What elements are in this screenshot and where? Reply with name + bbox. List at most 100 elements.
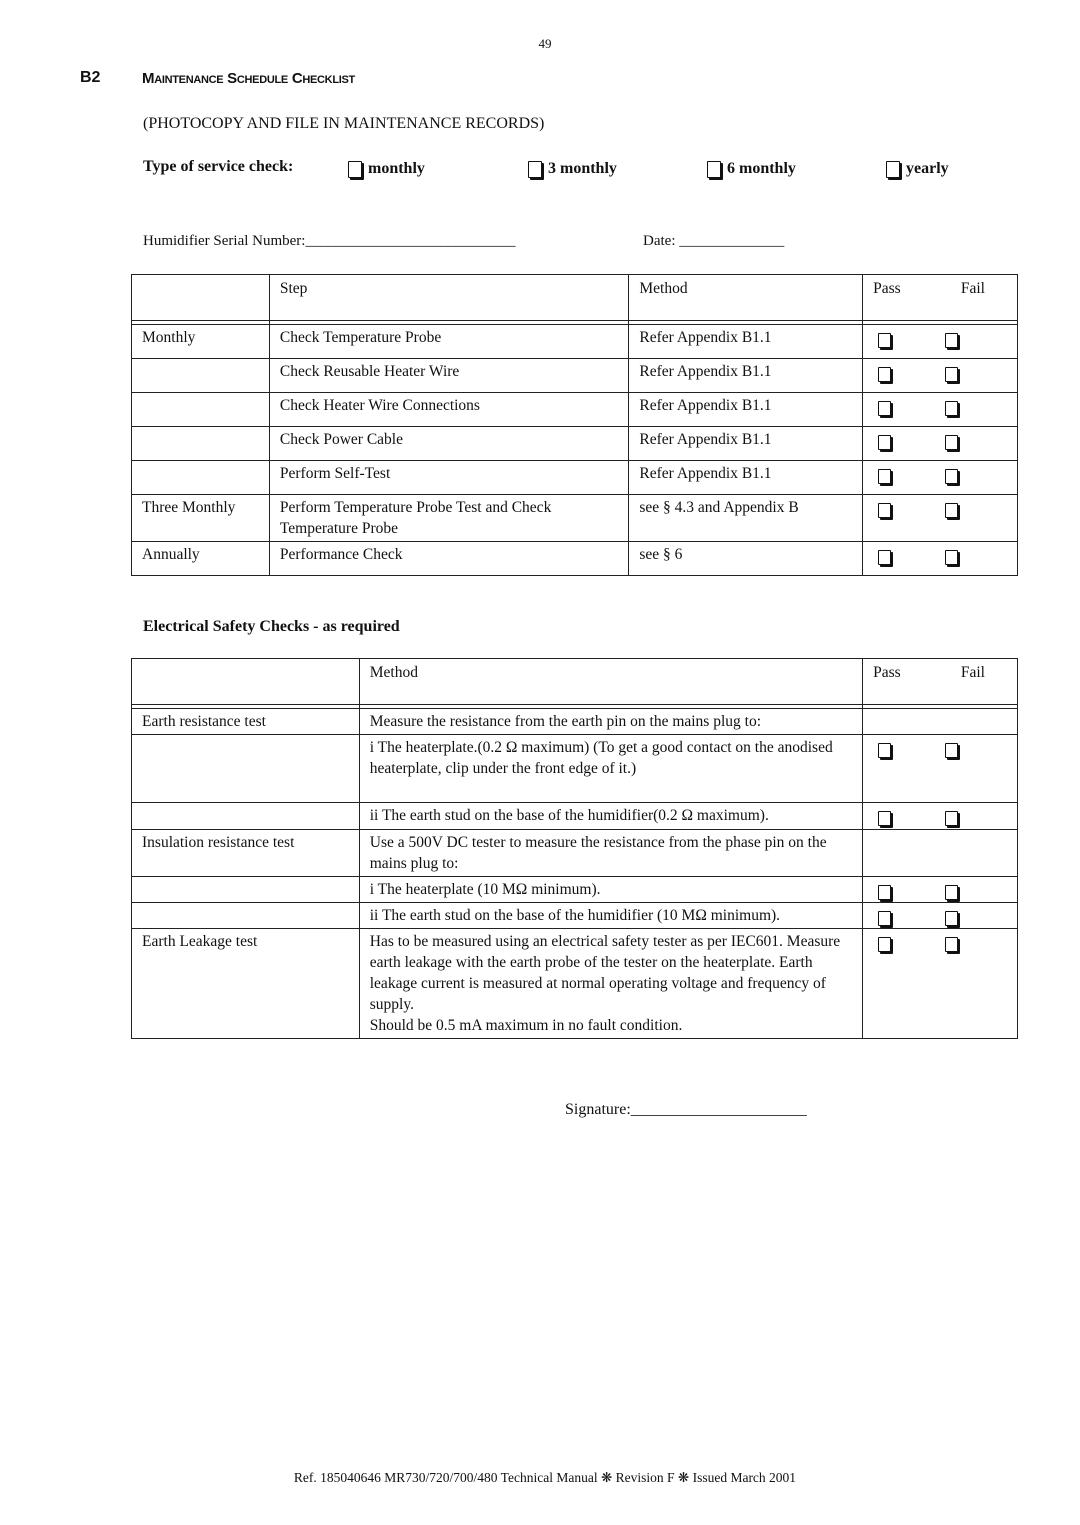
step-cell: Perform Temperature Probe Test and Check… — [268, 494, 630, 542]
method-cell: Refer Appendix B1.1 — [628, 358, 864, 393]
pass-checkbox[interactable] — [878, 885, 892, 900]
page-number: 49 — [538, 36, 552, 51]
interval-cell — [131, 426, 270, 461]
section-title: Maintenance Schedule Checklist — [142, 70, 355, 87]
checkbox-icon[interactable] — [886, 161, 900, 178]
pass-fail-cell — [862, 902, 1018, 929]
fail-checkbox[interactable] — [945, 811, 959, 826]
table-header-row: Step Method Pass Fail — [131, 274, 1018, 321]
pass-checkbox[interactable] — [878, 435, 892, 450]
fail-checkbox[interactable] — [945, 469, 959, 484]
section-number: B2 — [80, 69, 101, 86]
header-step: Step — [268, 274, 630, 321]
pass-fail-boxes — [873, 931, 1007, 952]
interval-cell — [131, 392, 270, 427]
method-cell: ii The earth stud on the base of the hum… — [358, 902, 864, 929]
method-cell: Refer Appendix B1.1 — [628, 324, 864, 359]
fail-checkbox[interactable] — [945, 743, 959, 758]
step-cell: Check Heater Wire Connections — [268, 392, 630, 427]
pass-checkbox[interactable] — [878, 550, 892, 565]
footer-reference: Ref. 185040646 MR730/720/700/480 Technic… — [293, 1470, 797, 1485]
pass-fail-cell — [862, 426, 1018, 461]
pass-fail-cell — [862, 358, 1018, 393]
header-method: Method — [358, 658, 864, 705]
electrical-table: Method Pass Fail Earth resistance test Mea… — [131, 658, 1018, 1039]
interval-cell — [131, 358, 270, 393]
pass-checkbox[interactable] — [878, 401, 892, 416]
table-header-row: Method Pass Fail — [131, 658, 1018, 705]
service-option-monthly[interactable]: monthly — [348, 160, 425, 178]
pass-checkbox[interactable] — [878, 333, 892, 348]
test-cell — [131, 876, 360, 903]
test-cell — [131, 802, 360, 830]
pass-fail-boxes — [873, 805, 1007, 826]
checkbox-icon[interactable] — [348, 161, 362, 178]
pass-checkbox[interactable] — [878, 503, 892, 518]
method-cell: Measure the resistance from the earth pi… — [358, 708, 864, 735]
pass-checkbox[interactable] — [878, 469, 892, 484]
fail-checkbox[interactable] — [945, 911, 959, 926]
option-label: monthly — [368, 160, 425, 177]
table-row: Earth resistance test Measure the resista… — [131, 708, 1018, 735]
pass-fail-boxes — [873, 327, 1007, 348]
date-field[interactable]: Date: ______________ — [643, 233, 784, 250]
method-cell: ii The earth stud on the base of the hum… — [358, 802, 864, 830]
option-label: 3 monthly — [548, 160, 617, 177]
pass-checkbox[interactable] — [878, 367, 892, 382]
table-row: i The heaterplate (10 MΩ minimum). — [131, 876, 1018, 903]
step-cell: Check Power Cable — [268, 426, 630, 461]
fail-checkbox[interactable] — [945, 401, 959, 416]
fail-checkbox[interactable] — [945, 885, 959, 900]
option-label: 6 monthly — [727, 160, 796, 177]
service-option-6-monthly[interactable]: 6 monthly — [707, 160, 796, 178]
checkbox-icon[interactable] — [707, 161, 721, 178]
serial-number-field[interactable]: Humidifier Serial Number:_______________… — [143, 233, 515, 250]
table-row: ii The earth stud on the base of the hum… — [131, 902, 1018, 929]
table-row: Insulation resistance test Use a 500V DC … — [131, 829, 1018, 877]
pass-checkbox[interactable] — [878, 743, 892, 758]
service-option-3-monthly[interactable]: 3 monthly — [528, 160, 617, 178]
fail-checkbox[interactable] — [945, 550, 959, 565]
pass-fail-cell — [862, 460, 1018, 495]
interval-cell: Three Monthly — [131, 494, 270, 542]
pass-fail-cell — [862, 876, 1018, 903]
header-pass: Pass — [873, 664, 901, 681]
header-method: Method — [628, 274, 864, 321]
table-row: Monthly Check Temperature Probe Refer Appe… — [131, 324, 1018, 359]
fail-checkbox[interactable] — [945, 333, 959, 348]
table-row: i The heaterplate.(0.2 Ω maximum) (To ge… — [131, 734, 1018, 803]
interval-cell — [131, 460, 270, 495]
pass-fail-cell — [862, 541, 1018, 576]
table-row: Three Monthly Perform Temperature Probe T… — [131, 494, 1018, 542]
pass-checkbox[interactable] — [878, 937, 892, 952]
option-label: yearly — [906, 160, 949, 177]
header-fail: Fail — [960, 664, 985, 681]
pass-fail-boxes — [873, 905, 1007, 926]
method-cell: see § 4.3 and Appendix B — [628, 494, 864, 542]
pass-fail-cell — [862, 494, 1018, 542]
service-option-yearly[interactable]: yearly — [886, 160, 949, 178]
table-row: Check Power Cable Refer Appendix B1.1 — [131, 426, 1018, 461]
fail-checkbox[interactable] — [945, 367, 959, 382]
checkbox-icon[interactable] — [528, 161, 542, 178]
method-cell: Has to be measured using an electrical s… — [358, 928, 864, 1039]
table-row: Annually Performance Check see § 6 — [131, 541, 1018, 576]
pass-fail-boxes — [873, 361, 1007, 382]
fail-checkbox[interactable] — [945, 503, 959, 518]
step-cell: Check Temperature Probe — [268, 324, 630, 359]
pass-fail-cell — [862, 802, 1018, 830]
table-row: ii The earth stud on the base of the hum… — [131, 802, 1018, 830]
step-cell: Check Reusable Heater Wire — [268, 358, 630, 393]
method-cell: Refer Appendix B1.1 — [628, 426, 864, 461]
signature-field[interactable]: Signature:______________________ — [565, 1101, 807, 1119]
pass-fail-cell — [862, 928, 1018, 1039]
fail-checkbox[interactable] — [945, 435, 959, 450]
service-check-label: Type of service check: — [143, 158, 294, 175]
pass-checkbox[interactable] — [878, 911, 892, 926]
step-cell: Perform Self-Test — [268, 460, 630, 495]
fail-checkbox[interactable] — [945, 937, 959, 952]
pass-fail-boxes — [873, 879, 1007, 900]
method-cell: see § 6 — [628, 541, 864, 576]
pass-checkbox[interactable] — [878, 811, 892, 826]
table-row: Check Heater Wire Connections Refer Appen… — [131, 392, 1018, 427]
